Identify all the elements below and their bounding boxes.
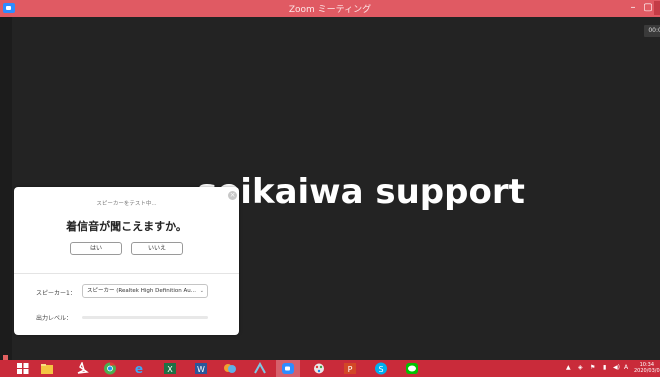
word-icon[interactable]: W: [194, 362, 208, 375]
acrobat-reader-icon[interactable]: [75, 362, 89, 375]
powerpoint-icon[interactable]: P: [343, 362, 357, 375]
show-hidden-icons-icon[interactable]: ▲: [566, 364, 571, 371]
meeting-timer: 00:03: [644, 25, 660, 37]
photos-icon[interactable]: [223, 362, 237, 375]
minimize-button[interactable]: –: [626, 1, 640, 15]
system-clock[interactable]: 10:34 2020/03/0: [634, 362, 660, 374]
testing-speaker-label: スピーカーをテスト中...: [96, 201, 157, 207]
chevron-down-icon: ⌄: [199, 288, 204, 294]
no-button[interactable]: いいえ: [131, 242, 183, 255]
output-level-meter: [82, 316, 208, 319]
line-icon[interactable]: [405, 362, 419, 375]
speaker-select-value: スピーカー (Realtek High Definition Au...: [87, 288, 196, 294]
volume-icon[interactable]: ◀): [613, 364, 620, 371]
speaker-test-dialog: × スピーカーをテスト中... 着信音が聞こえますか。 はい いいえ スピーカー…: [14, 187, 239, 335]
shield-icon[interactable]: ◈: [578, 364, 583, 371]
taskbar: e X W P S ▲ ◈ ⚑ ▮ ◀) A 10:34 2020/03/0: [0, 360, 660, 377]
output-level-label: 出力レベル：: [36, 315, 73, 322]
svg-text:W: W: [197, 365, 205, 374]
clock-date: 2020/03/0: [634, 368, 660, 374]
windows-start-icon[interactable]: [16, 362, 30, 375]
svg-text:X: X: [167, 365, 173, 374]
participant-name: seikaiwa support: [197, 172, 525, 212]
title-bar: Zoom ミーティング – ▢: [0, 0, 660, 17]
flag-tray-icon[interactable]: ⚑: [590, 364, 595, 371]
input-language[interactable]: A: [624, 364, 628, 371]
paint-icon[interactable]: [312, 362, 326, 375]
speaker-label: スピーカー1：: [36, 290, 76, 297]
excel-icon[interactable]: X: [163, 362, 177, 375]
network-icon[interactable]: ▮: [603, 364, 606, 371]
internet-explorer-icon[interactable]: e: [132, 362, 146, 375]
maximize-button[interactable]: ▢: [641, 1, 655, 15]
svg-text:e: e: [135, 362, 143, 375]
speaker-select[interactable]: スピーカー (Realtek High Definition Au... ⌄: [82, 284, 208, 298]
skype-icon[interactable]: S: [374, 362, 388, 375]
edge-icon[interactable]: [253, 362, 267, 375]
svg-text:P: P: [348, 365, 353, 374]
close-button[interactable]: [654, 1, 660, 15]
left-edge-strip: [0, 17, 12, 362]
svg-text:S: S: [378, 365, 383, 374]
window-title: Zoom ミーティング: [288, 5, 372, 15]
divider: [14, 273, 239, 274]
yes-button[interactable]: はい: [70, 242, 122, 255]
ringtone-question: 着信音が聞こえますか。: [66, 220, 187, 233]
file-explorer-icon[interactable]: [40, 362, 54, 375]
chrome-icon[interactable]: [103, 362, 117, 375]
zoom-icon[interactable]: [281, 362, 295, 375]
